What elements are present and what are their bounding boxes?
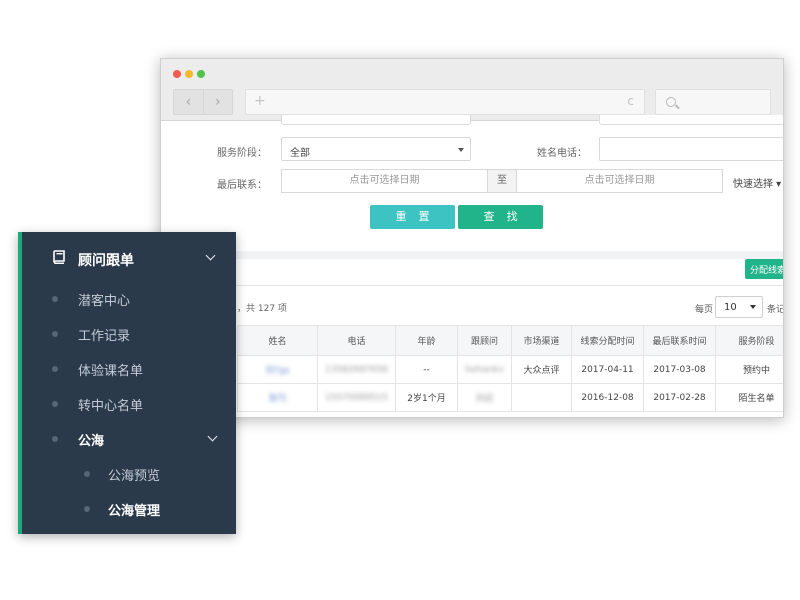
stage-label: 服务阶段： [217, 148, 267, 159]
sidebar-item-label: 转中心名单 [78, 399, 144, 414]
cell-age: -- [395, 355, 458, 384]
cell-advisor: 刘迈 [457, 383, 512, 412]
maximize-window-button[interactable] [197, 70, 205, 78]
cell-last-contact: 2017-02-28 [643, 383, 716, 412]
sidebar-section-header[interactable]: 顾问跟单 [22, 244, 236, 274]
cell-age: 2岁1个月 [395, 383, 458, 412]
page-content: 服务阶段： 全部 姓名电话： 最后联系： 点击可选择日期 至 点击可选择日期 快… [161, 115, 783, 417]
date-separator: 至 [488, 169, 516, 193]
sidebar-item-label: 公海 [78, 434, 105, 449]
date-end-input[interactable]: 点击可选择日期 [516, 169, 723, 193]
minimize-window-button[interactable] [185, 70, 193, 78]
cell-stage: 陌生名单 [715, 383, 783, 412]
column-header[interactable]: 市场渠道 [511, 325, 572, 356]
reload-icon[interactable]: c [627, 94, 634, 108]
sidebar-subitem-label: 公海预览 [108, 469, 161, 484]
cell-channel: 大众点评 [511, 355, 572, 384]
name-phone-input[interactable] [599, 137, 783, 161]
column-header[interactable]: 线索分配时间 [571, 325, 644, 356]
sidebar-subitem-public-pool-management[interactable]: 公海管理 [22, 498, 236, 528]
sidebar-item-trial-class-list[interactable]: 体验课名单 [22, 358, 236, 388]
bullet-icon [52, 436, 58, 442]
cell-phone: 15570089515 [317, 383, 396, 412]
search-icon [666, 97, 676, 107]
sidebar-item-label: 体验课名单 [78, 364, 144, 379]
sidebar-item-transfer-center-list[interactable]: 转中心名单 [22, 393, 236, 423]
sidebar-item-public-pool[interactable]: 公海 [22, 428, 236, 458]
sidebar-subitem-label: 公海管理 [108, 504, 161, 519]
bullet-icon [52, 366, 58, 372]
bullet-icon [52, 331, 58, 337]
per-page-suffix: 条记录 [767, 305, 783, 315]
upper-input-stub-right[interactable] [599, 115, 783, 125]
nav-buttons: ‹ › [173, 89, 233, 115]
sidebar-title: 顾问跟单 [78, 253, 134, 269]
sidebar-item-label: 潜客中心 [78, 294, 131, 309]
sidebar-subitem-public-pool-preview[interactable]: 公海预览 [22, 463, 236, 493]
column-header[interactable]: 最后联系时间 [643, 325, 716, 356]
cell-channel [511, 383, 572, 412]
book-icon [53, 250, 65, 264]
chevron-down-icon[interactable] [205, 250, 216, 261]
date-start-input[interactable]: 点击可选择日期 [281, 169, 488, 193]
last-contact-label: 最后联系： [217, 180, 267, 191]
forward-button[interactable]: › [202, 90, 233, 114]
bullet-icon [84, 471, 90, 477]
name-phone-label: 姓名电话： [537, 148, 587, 159]
cell-last-contact: 2017-03-08 [643, 355, 716, 384]
assign-leads-button[interactable]: 分配线索 [745, 259, 783, 279]
reset-button[interactable]: 重置 [370, 205, 455, 229]
browser-toolbar: ‹ › + c [161, 59, 783, 121]
browser-search-bar[interactable] [655, 89, 771, 115]
upper-input-stub[interactable] [281, 115, 471, 125]
stage-select[interactable]: 全部 [281, 137, 471, 161]
cell-phone: 13582687656 [317, 355, 396, 384]
cell-advisor: hehankv [457, 355, 512, 384]
caret-down-icon [458, 148, 464, 152]
plus-icon: + [254, 93, 266, 109]
bullet-icon [52, 296, 58, 302]
sidebar-item-prospect-center[interactable]: 潜客中心 [22, 288, 236, 318]
chevron-down-icon[interactable] [207, 431, 218, 442]
cell-assigned-time: 2016-12-08 [571, 383, 644, 412]
section-gap [161, 251, 783, 259]
search-button[interactable]: 查找 [458, 205, 543, 229]
cell-assigned-time: 2017-04-11 [571, 355, 644, 384]
column-header[interactable]: 服务阶段 [715, 325, 783, 356]
back-button[interactable]: ‹ [174, 90, 203, 114]
cell-name[interactable]: 刘?gs [237, 355, 318, 384]
column-header[interactable]: 姓名 [237, 325, 318, 356]
cell-stage: 预约中 [715, 355, 783, 384]
divider [161, 285, 783, 286]
stage-select-value: 全部 [290, 148, 310, 159]
caret-down-icon [750, 305, 756, 309]
sidebar: 顾问跟单 潜客中心 工作记录 体验课名单 转中心名单 公海 公海预览 公海管理 [18, 232, 236, 534]
address-bar[interactable]: + c [245, 89, 645, 115]
quick-select-dropdown[interactable]: 快速选择 ▾ [733, 175, 781, 190]
table-row[interactable]: 刘?gs 13582687656 -- hehankv 大众点评 2017-04… [237, 355, 783, 384]
table-header-row: 姓名 电话 年龄 跟顾问 市场渠道 线索分配时间 最后联系时间 服务阶段 [237, 325, 783, 356]
sidebar-item-label: 工作记录 [78, 329, 131, 344]
bullet-icon [52, 401, 58, 407]
close-window-button[interactable] [173, 70, 181, 78]
per-page-value: 10 [724, 302, 737, 313]
leads-table: 姓名 电话 年龄 跟顾问 市场渠道 线索分配时间 最后联系时间 服务阶段 刘?g… [237, 325, 783, 412]
browser-window: ‹ › + c 服务阶段： 全部 姓名电话： 最后联系： 点击可选择日期 至 点… [160, 58, 784, 418]
column-header[interactable]: 电话 [317, 325, 396, 356]
total-count: ，共 127 项 [237, 304, 287, 314]
table-row[interactable]: 张巧 15570089515 2岁1个月 刘迈 2016-12-08 2017-… [237, 383, 783, 412]
per-page-select[interactable]: 10 [715, 296, 763, 318]
column-header[interactable]: 跟顾问 [457, 325, 512, 356]
sidebar-item-work-records[interactable]: 工作记录 [22, 323, 236, 353]
bullet-icon [84, 506, 90, 512]
per-page-label: 每页 [695, 305, 714, 315]
cell-name[interactable]: 张巧 [237, 383, 318, 412]
column-header[interactable]: 年龄 [395, 325, 458, 356]
